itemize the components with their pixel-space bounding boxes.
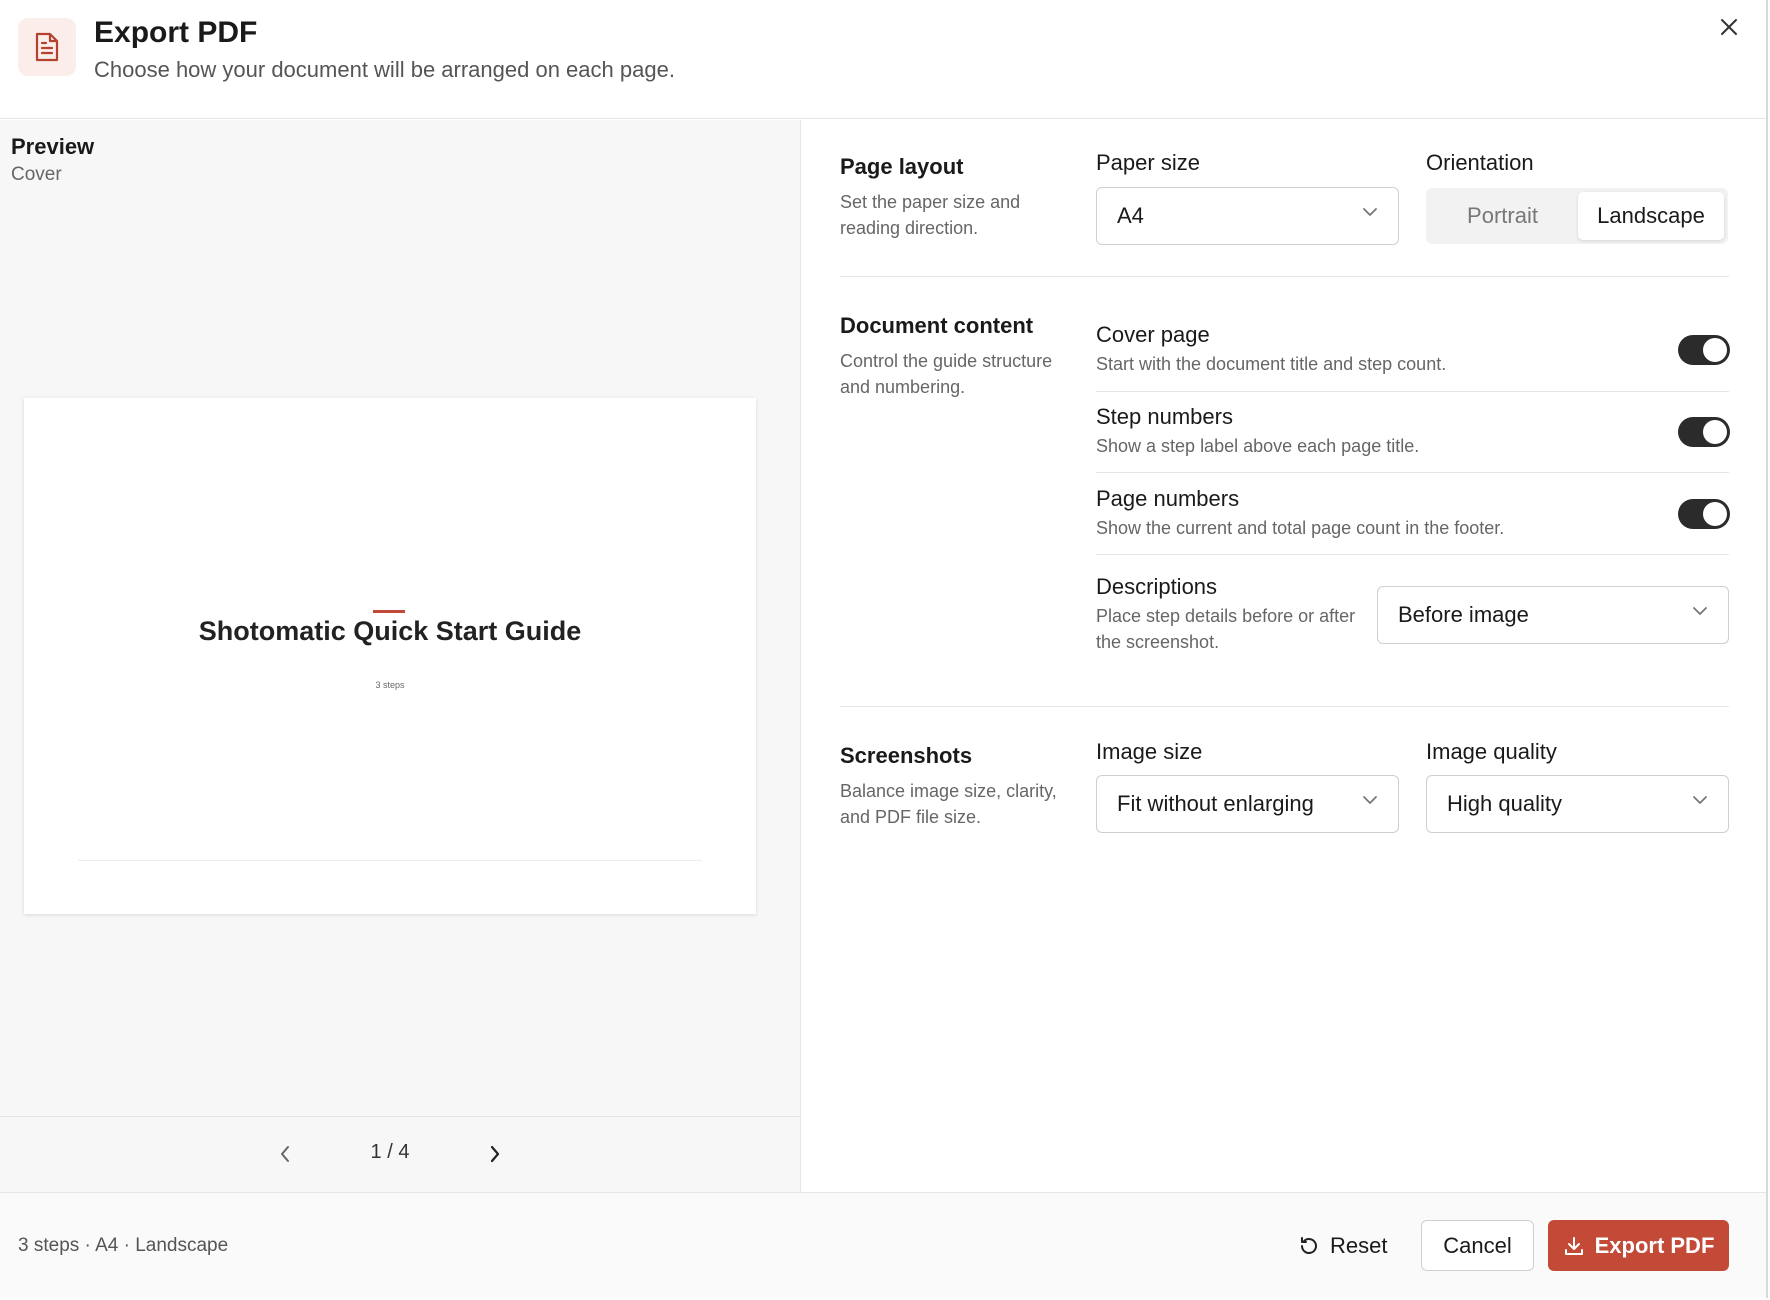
step-numbers-toggle[interactable] — [1678, 417, 1730, 447]
page-numbers-toggle[interactable] — [1678, 499, 1730, 529]
cover-page-description: Start with the document title and step c… — [1096, 354, 1447, 374]
descriptions-select[interactable]: Before image — [1377, 586, 1729, 644]
image-size-select[interactable]: Fit without enlarging — [1096, 775, 1399, 833]
descriptions-title: Descriptions — [1096, 574, 1218, 599]
cover-page-title: Cover page — [1096, 322, 1210, 347]
sheet-step-count: 3 steps — [375, 680, 405, 690]
export-summary: 3 steps · A4 · Landscape — [18, 1235, 229, 1256]
option-divider — [1096, 472, 1729, 473]
image-quality-value: High quality — [1447, 791, 1562, 816]
chevron-down-icon — [1363, 208, 1377, 216]
section-divider — [840, 276, 1729, 277]
sheet-accent-line — [373, 610, 405, 613]
paper-size-label: Paper size — [1096, 150, 1200, 175]
orientation-segmented-control: Portrait Landscape — [1426, 188, 1728, 244]
orientation-portrait-option[interactable]: Portrait — [1430, 192, 1575, 240]
previous-page-button[interactable] — [270, 1139, 300, 1169]
chevron-down-icon — [1693, 607, 1707, 615]
export-pdf-dialog: Export PDF Choose how your document will… — [0, 0, 1768, 1298]
reset-button[interactable]: Reset — [1294, 1221, 1398, 1271]
page-numbers-title: Page numbers — [1096, 486, 1240, 511]
preview-pager: 1 / 4 — [0, 1116, 801, 1192]
download-icon — [1564, 1236, 1583, 1255]
orientation-label: Orientation — [1426, 150, 1534, 175]
option-divider — [1096, 554, 1729, 555]
step-numbers-description: Show a step label above each page title. — [1096, 436, 1420, 456]
preview-page-type: Cover — [11, 164, 62, 185]
reset-icon — [1301, 1237, 1317, 1254]
cancel-button[interactable]: Cancel — [1421, 1220, 1534, 1271]
chevron-down-icon — [1693, 796, 1707, 804]
document-content-title: Document content — [840, 313, 1034, 338]
dialog-subtitle: Choose how your document will be arrange… — [94, 57, 675, 82]
image-size-value: Fit without enlarging — [1117, 791, 1314, 816]
export-pdf-button[interactable]: Export PDF — [1548, 1220, 1729, 1271]
next-page-button[interactable] — [480, 1139, 510, 1169]
page-counter: 1 / 4 — [370, 1141, 410, 1163]
paper-size-select[interactable]: A4 — [1096, 187, 1399, 245]
image-quality-select[interactable]: High quality — [1426, 775, 1729, 833]
descriptions-value: Before image — [1398, 602, 1529, 627]
section-divider — [840, 706, 1729, 707]
dialog-header: Export PDF Choose how your document will… — [0, 0, 1766, 119]
screenshots-description: Balance image size, clarity, and PDF fil… — [840, 781, 1057, 827]
step-numbers-title: Step numbers — [1096, 404, 1233, 429]
screenshots-title: Screenshots — [840, 743, 973, 768]
close-icon — [1721, 19, 1737, 35]
cancel-label: Cancel — [1443, 1232, 1512, 1258]
chevron-down-icon — [1363, 796, 1377, 804]
page-numbers-description: Show the current and total page count in… — [1096, 518, 1505, 538]
sheet-title: Shotomatic Quick Start Guide — [198, 616, 582, 646]
page-layout-title: Page layout — [840, 154, 964, 179]
orientation-landscape-option[interactable]: Landscape — [1578, 192, 1724, 240]
page-layout-description: Set the paper size and reading direction… — [840, 192, 1021, 238]
image-quality-label: Image quality — [1426, 739, 1557, 764]
chevron-right-icon — [490, 1145, 500, 1163]
option-divider — [1096, 391, 1729, 392]
dialog-title: Export PDF — [94, 16, 258, 49]
close-button[interactable] — [1714, 12, 1744, 42]
paper-size-value: A4 — [1117, 203, 1144, 228]
export-pdf-label: Export PDF — [1594, 1232, 1715, 1258]
dialog-footer: 3 steps · A4 · Landscape Reset Cancel Ex… — [0, 1192, 1766, 1298]
preview-page-sheet: Shotomatic Quick Start Guide 3 steps — [24, 398, 756, 914]
image-size-label: Image size — [1096, 739, 1203, 764]
document-content-description: Control the guide structure and numberin… — [840, 351, 1053, 397]
reset-label: Reset — [1330, 1233, 1388, 1258]
sheet-footer-divider — [78, 860, 702, 861]
document-icon — [18, 18, 76, 76]
descriptions-description: Place step details before or after the s… — [1096, 606, 1356, 652]
chevron-left-icon — [281, 1146, 289, 1162]
cover-page-toggle[interactable] — [1678, 335, 1730, 365]
preview-pane: Preview Cover Shotomatic Quick Start Gui… — [0, 120, 801, 1192]
preview-title: Preview — [11, 134, 95, 159]
